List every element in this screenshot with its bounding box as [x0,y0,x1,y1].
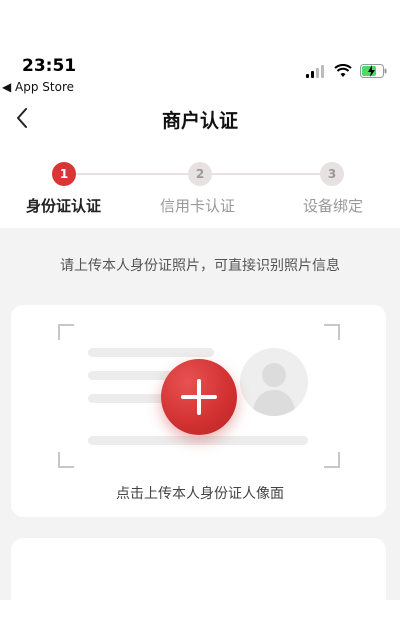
page-title: 商户认证 [161,110,238,132]
id-card-back-upload-card[interactable] [11,538,386,618]
signal-icon [306,65,324,78]
upload-id-front-button[interactable] [161,359,237,435]
step-2-marker: 2 [188,162,212,186]
status-time: 23:51 [22,56,77,76]
wifi-icon [334,64,352,77]
id-card-placeholder-line [88,436,308,445]
frame-corner-bottom-right [324,452,340,468]
step-connector-2 [212,173,320,175]
upload-hint: 请上传本人身份证照片，可直接识别照片信息 [60,258,340,274]
id-card-placeholder-line [88,348,214,357]
navigation-bar: 商户认证 [0,100,400,140]
step-1-marker: 1 [52,162,76,186]
plus-icon [181,379,217,415]
portrait-placeholder-icon [240,348,308,416]
upload-card-caption: 点击上传本人身份证人像面 [116,486,284,502]
battery-charging-icon [360,64,387,78]
step-1-label: 身份证认证 [26,197,102,215]
frame-corner-top-right [324,324,340,340]
step-3-marker: 3 [320,162,344,186]
step-connector-1 [76,173,188,175]
step-3-label: 设备绑定 [303,197,364,215]
status-icons [306,64,388,78]
frame-corner-top-left [58,324,74,340]
back-to-app-link[interactable]: ◀ App Store [2,80,74,94]
frame-corner-bottom-left [58,452,74,468]
step-2-label: 信用卡认证 [160,197,236,215]
status-bar: 23:51 ◀ App Store [0,0,400,100]
